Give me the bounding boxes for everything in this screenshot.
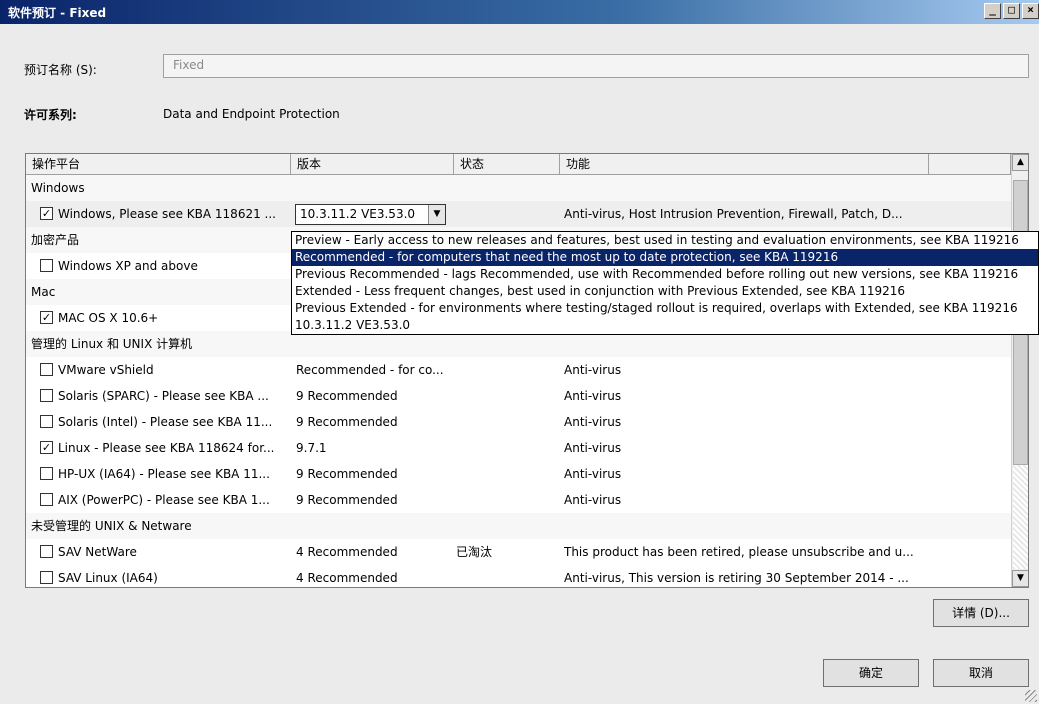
dropdown-option[interactable]: Preview - Early access to new releases a… bbox=[292, 232, 1038, 249]
checkbox-unchecked[interactable] bbox=[40, 389, 53, 402]
group-label: 未受管理的 UNIX & Netware bbox=[31, 519, 192, 533]
window-title: 软件预订 - Fixed bbox=[8, 6, 107, 20]
cell-platform: Linux - Please see KBA 118624 for... bbox=[58, 441, 275, 455]
chevron-down-icon[interactable]: ▼ bbox=[428, 205, 445, 224]
group-label: 管理的 Linux 和 UNIX 计算机 bbox=[31, 337, 193, 351]
cell-version: 9 Recommended bbox=[296, 389, 398, 403]
group-header-row[interactable]: 未受管理的 UNIX & Netware bbox=[26, 513, 1011, 539]
cell-features: Anti-virus bbox=[564, 467, 622, 481]
cell-features: Anti-virus bbox=[564, 415, 622, 429]
cell-platform: Solaris (Intel) - Please see KBA 11... bbox=[58, 415, 273, 429]
resize-grip[interactable] bbox=[1025, 690, 1037, 702]
dropdown-option[interactable]: Extended - Less frequent changes, best u… bbox=[292, 283, 1038, 300]
checkbox-unchecked[interactable] bbox=[40, 545, 53, 558]
license-family-value: Data and Endpoint Protection bbox=[163, 107, 340, 121]
checkbox-unchecked[interactable] bbox=[40, 363, 53, 376]
checkbox-checked[interactable]: ✓ bbox=[40, 207, 53, 220]
dropdown-option[interactable]: Previous Extended - for environments whe… bbox=[292, 300, 1038, 317]
scroll-up-icon[interactable]: ▲ bbox=[1012, 154, 1028, 171]
group-label: 加密产品 bbox=[31, 233, 80, 247]
table-row[interactable]: VMware vShield Recommended - for co... Ant… bbox=[26, 357, 1011, 383]
cell-platform: SAV NetWare bbox=[58, 545, 137, 559]
version-combo-value: 10.3.11.2 VE3.53.0 bbox=[300, 207, 416, 221]
version-dropdown-list[interactable]: Preview - Early access to new releases a… bbox=[291, 231, 1039, 335]
table-row[interactable]: ✓ Windows, Please see KBA 118621 ... 10.3.… bbox=[26, 201, 1011, 227]
checkbox-checked[interactable]: ✓ bbox=[40, 311, 53, 324]
subscription-name-label: 预订名称 (S): bbox=[24, 63, 97, 77]
platform-grid: 操作平台 版本 状态 功能 Windows ✓ Windows, Please se… bbox=[25, 153, 1029, 588]
cell-platform: VMware vShield bbox=[58, 363, 154, 377]
grid-scrollbar[interactable]: ▲ ▼ bbox=[1011, 154, 1028, 587]
checkbox-unchecked[interactable] bbox=[40, 467, 53, 480]
cell-features: Anti-virus bbox=[564, 493, 622, 507]
scroll-track[interactable] bbox=[1013, 465, 1028, 569]
close-button[interactable]: × bbox=[1022, 3, 1039, 19]
cell-version: Recommended - for co... bbox=[296, 363, 444, 377]
cell-version: 9 Recommended bbox=[296, 415, 398, 429]
header-spacer bbox=[929, 154, 1011, 174]
dropdown-option[interactable]: 10.3.11.2 VE3.53.0 bbox=[292, 317, 1038, 334]
window-controls: _ □ × bbox=[984, 3, 1039, 19]
cell-features: This product has been retired, please un… bbox=[564, 545, 914, 559]
cancel-button[interactable]: 取消 bbox=[933, 659, 1029, 687]
dropdown-option[interactable]: Recommended - for computers that need th… bbox=[292, 249, 1038, 266]
license-family-label: 许可系列: bbox=[24, 108, 77, 122]
dialog-body: 预订名称 (S): Fixed 许可系列: Data and Endpoint … bbox=[0, 24, 1039, 704]
checkbox-unchecked[interactable] bbox=[40, 493, 53, 506]
table-row[interactable]: AIX (PowerPC) - Please see KBA 1... 9 Rec… bbox=[26, 487, 1011, 513]
title-bar[interactable]: 软件预订 - Fixed _ □ × bbox=[0, 0, 1039, 24]
table-row[interactable]: Solaris (Intel) - Please see KBA 11... 9 … bbox=[26, 409, 1011, 435]
details-button[interactable]: 详情 (D)... bbox=[933, 599, 1029, 627]
table-row[interactable]: SAV Linux (IA64) 4 Recommended Anti-virus,… bbox=[26, 565, 1011, 587]
ok-button[interactable]: 确定 bbox=[823, 659, 919, 687]
cell-features: Anti-virus bbox=[564, 363, 622, 377]
cell-features: Anti-virus, Host Intrusion Prevention, F… bbox=[564, 207, 903, 221]
cell-features: Anti-virus bbox=[564, 441, 622, 455]
checkbox-unchecked[interactable] bbox=[40, 259, 53, 272]
table-row[interactable]: HP-UX (IA64) - Please see KBA 11... 9 Rec… bbox=[26, 461, 1011, 487]
grid-header: 操作平台 版本 状态 功能 bbox=[26, 154, 1011, 175]
cell-version: 9 Recommended bbox=[296, 467, 398, 481]
cell-version: 9.7.1 bbox=[296, 441, 327, 455]
table-row[interactable]: ✓ Linux - Please see KBA 118624 for... 9.7… bbox=[26, 435, 1011, 461]
minimize-button[interactable]: _ bbox=[984, 3, 1001, 19]
cell-features: Anti-virus bbox=[564, 389, 622, 403]
checkbox-unchecked[interactable] bbox=[40, 571, 53, 584]
dropdown-option[interactable]: Previous Recommended - lags Recommended,… bbox=[292, 266, 1038, 283]
checkbox-checked[interactable]: ✓ bbox=[40, 441, 53, 454]
header-platform[interactable]: 操作平台 bbox=[26, 154, 291, 174]
cell-platform: HP-UX (IA64) - Please see KBA 11... bbox=[58, 467, 270, 481]
subscription-name-input[interactable]: Fixed bbox=[163, 54, 1029, 78]
cell-platform: Windows, Please see KBA 118621 ... bbox=[58, 207, 276, 221]
cell-status: 已淘汰 bbox=[456, 545, 493, 559]
header-status[interactable]: 状态 bbox=[454, 154, 560, 174]
cell-version: 4 Recommended bbox=[296, 571, 398, 585]
table-row[interactable]: SAV NetWare 4 Recommended 已淘汰 This product … bbox=[26, 539, 1011, 565]
cell-platform: Windows XP and above bbox=[58, 259, 198, 273]
cell-platform: Solaris (SPARC) - Please see KBA ... bbox=[58, 389, 269, 403]
cell-platform: MAC OS X 10.6+ bbox=[58, 311, 159, 325]
group-header-row[interactable]: Windows bbox=[26, 175, 1011, 201]
scroll-down-icon[interactable]: ▼ bbox=[1012, 570, 1028, 587]
checkbox-unchecked[interactable] bbox=[40, 415, 53, 428]
table-row[interactable]: Solaris (SPARC) - Please see KBA ... 9 Re… bbox=[26, 383, 1011, 409]
header-version[interactable]: 版本 bbox=[291, 154, 454, 174]
group-label: Mac bbox=[31, 285, 56, 299]
group-label: Windows bbox=[31, 181, 85, 195]
cell-features: Anti-virus, This version is retiring 30 … bbox=[564, 571, 909, 585]
cell-platform: AIX (PowerPC) - Please see KBA 1... bbox=[58, 493, 270, 507]
cell-platform: SAV Linux (IA64) bbox=[58, 571, 158, 585]
maximize-button[interactable]: □ bbox=[1003, 3, 1020, 19]
header-features[interactable]: 功能 bbox=[560, 154, 929, 174]
version-combo[interactable]: 10.3.11.2 VE3.53.0 ▼ bbox=[295, 204, 446, 225]
cell-version: 9 Recommended bbox=[296, 493, 398, 507]
cell-version: 4 Recommended bbox=[296, 545, 398, 559]
